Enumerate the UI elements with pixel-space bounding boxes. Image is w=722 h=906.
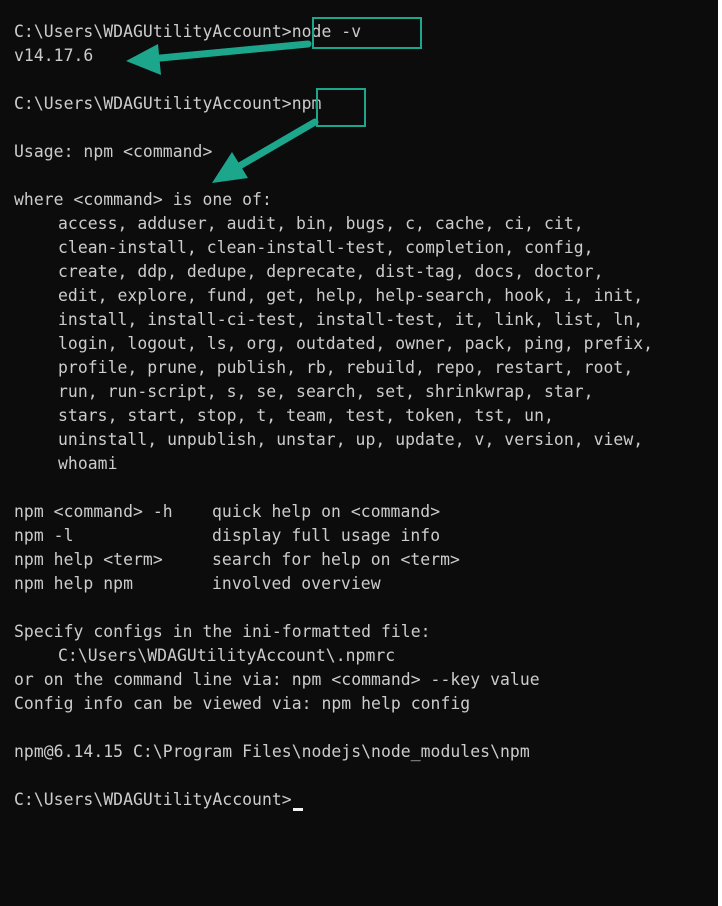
command-list-line: profile, prune, publish, rb, rebuild, re… <box>58 358 634 377</box>
npm-location: npm@6.14.15 C:\Program Files\nodejs\node… <box>14 742 530 761</box>
command-list-line: access, adduser, audit, bin, bugs, c, ca… <box>58 214 584 233</box>
help-command: npm help <term> <box>14 550 163 569</box>
help-row: npm -l display full usage info <box>14 524 704 548</box>
text-cursor <box>292 808 303 811</box>
prompt: C:\Users\WDAGUtilityAccount> <box>14 790 292 809</box>
window-edge <box>718 0 722 906</box>
help-description: involved overview <box>212 574 381 593</box>
command-list-line: clean-install, clean-install-test, compl… <box>58 238 594 257</box>
help-description: search for help on <term> <box>212 550 460 569</box>
command-list-line: login, logout, ls, org, outdated, owner,… <box>58 334 654 353</box>
prompt: C:\Users\WDAGUtilityAccount> <box>14 94 292 113</box>
command-list-line: stars, start, stop, t, team, test, token… <box>58 406 554 425</box>
config-intro: Specify configs in the ini-formatted fil… <box>14 622 431 641</box>
where-line: where <command> is one of: <box>14 190 272 209</box>
help-row: npm <command> -h quick help on <command> <box>14 500 704 524</box>
highlight-box-node-v <box>312 17 422 49</box>
terminal-window[interactable]: C:\Users\WDAGUtilityAccount>node -v v14.… <box>0 0 718 906</box>
help-command: npm help npm <box>14 574 134 593</box>
command-list-line: run, run-script, s, se, search, set, shr… <box>58 382 594 401</box>
command-list-line: uninstall, unpublish, unstar, up, update… <box>58 430 644 449</box>
command-list-line: edit, explore, fund, get, help, help-sea… <box>58 286 644 305</box>
help-row: npm help <term> search for help on <term> <box>14 548 704 572</box>
highlight-box-npm <box>316 88 366 127</box>
prompt-line-node: C:\Users\WDAGUtilityAccount>node -v <box>14 20 361 44</box>
config-path: C:\Users\WDAGUtilityAccount\.npmrc <box>58 646 396 665</box>
help-description: display full usage info <box>212 526 441 545</box>
prompt: C:\Users\WDAGUtilityAccount> <box>14 22 292 41</box>
help-row: npm help npm involved overview <box>14 572 704 596</box>
config-cli: or on the command line via: npm <command… <box>14 670 540 689</box>
config-view: Config info can be viewed via: npm help … <box>14 694 471 713</box>
prompt-line-npm: C:\Users\WDAGUtilityAccount>npm <box>14 92 321 116</box>
help-description: quick help on <command> <box>212 502 441 521</box>
usage-line: Usage: npm <command> <box>14 142 213 161</box>
help-command: npm <command> -h <box>14 502 173 521</box>
command-list-line: create, ddp, dedupe, deprecate, dist-tag… <box>58 262 604 281</box>
command-list-line: whoami <box>58 454 118 473</box>
current-prompt-line[interactable]: C:\Users\WDAGUtilityAccount> <box>14 788 303 812</box>
command-list-line: install, install-ci-test, install-test, … <box>58 310 644 329</box>
node-version-output: v14.17.6 <box>14 46 94 65</box>
help-command: npm -l <box>14 526 74 545</box>
